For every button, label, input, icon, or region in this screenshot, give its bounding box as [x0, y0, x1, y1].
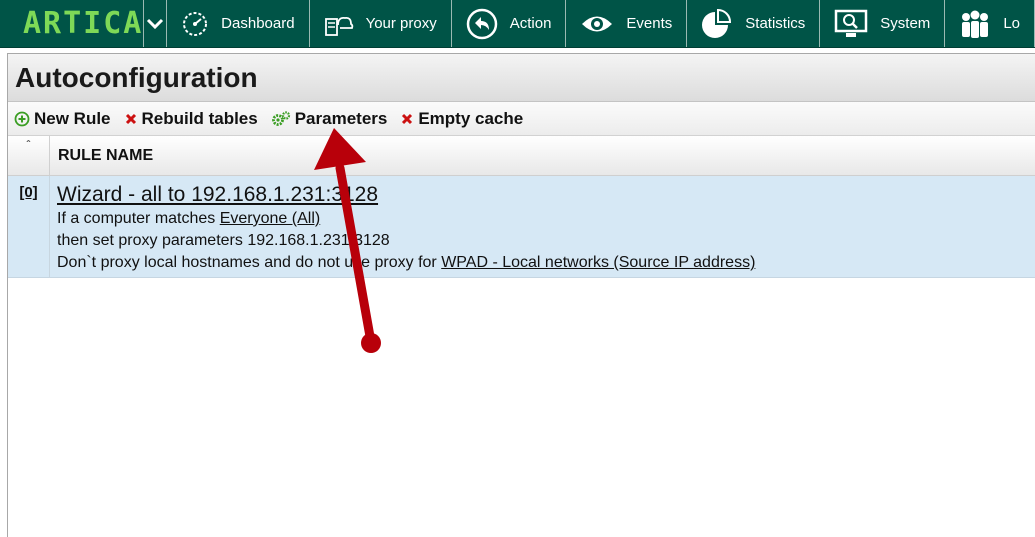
users-icon [959, 9, 991, 39]
nav-label-your-proxy: Your proxy [365, 15, 437, 32]
nav-label-users: Lo [1003, 15, 1020, 32]
rule-action-line: then set proxy parameters 192.168.1.231:… [57, 232, 390, 249]
nav-label-dashboard: Dashboard [221, 15, 295, 32]
proxy-server-cloud-icon [324, 11, 354, 37]
rule-exclusion-text: Don`t proxy local hostnames and do not u… [57, 254, 442, 271]
group-link[interactable]: Everyone (All) [220, 210, 320, 227]
rules-toolbar: New Rule Rebuild tables Parameters Empty… [8, 102, 1035, 136]
monitor-icon [834, 9, 868, 39]
speedometer-icon [181, 10, 209, 38]
row-id-link[interactable]: [0] [19, 184, 37, 277]
nav-label-system: System [880, 15, 931, 32]
wpad-networks-link[interactable]: WPAD - Local networks (Source IP address… [441, 254, 755, 271]
parameters-button[interactable]: Parameters [271, 108, 388, 129]
rebuild-tables-label: Rebuild tables [141, 108, 258, 128]
back-arrow-circle-icon [466, 8, 498, 40]
red-x-icon [400, 112, 414, 126]
nav-item-statistics[interactable]: Statistics [687, 0, 821, 47]
pie-chart-icon [701, 8, 733, 40]
empty-cache-label: Empty cache [418, 108, 524, 128]
nav-item-events[interactable]: Events [566, 0, 688, 47]
add-circle-icon [14, 111, 30, 127]
nav-item-dashboard[interactable]: Dashboard [167, 0, 310, 47]
rule-condition-line: If a computer matches Everyone (All) [57, 208, 755, 230]
parameters-label: Parameters [294, 108, 388, 128]
empty-cache-button[interactable]: Empty cache [400, 109, 523, 129]
column-header-rule-name[interactable]: RULE NAME [50, 136, 1035, 175]
top-navbar: ARTICA Dashboard Your proxy Action Event… [0, 0, 1035, 48]
main-panel: Autoconfiguration New Rule Rebuild table… [7, 53, 1035, 537]
nav-label-events: Events [626, 15, 673, 32]
rule-condition-text: If a computer matches [57, 210, 220, 227]
row-id-cell: [0] [8, 176, 50, 277]
nav-label-action: Action [509, 15, 552, 32]
rule-title-link[interactable]: Wizard - all to 192.168.1.231:3128 [57, 182, 755, 208]
nav-item-system[interactable]: System [820, 0, 946, 47]
nav-item-users[interactable]: Lo [945, 0, 1035, 47]
rule-details: Wizard - all to 192.168.1.231:3128 If a … [50, 176, 755, 277]
nav-label-statistics: Statistics [745, 15, 806, 32]
menu-dropdown-button[interactable] [144, 0, 168, 47]
page-header: Autoconfiguration [8, 54, 1035, 102]
rules-table-header: ˆ RULE NAME [8, 136, 1035, 176]
eye-icon [580, 13, 614, 35]
page-title: Autoconfiguration [15, 61, 258, 93]
nav-item-action[interactable]: Action [452, 0, 567, 47]
table-row: [0] Wizard - all to 192.168.1.231:3128 I… [8, 176, 1035, 278]
artica-logo[interactable]: ARTICA [0, 0, 145, 47]
gears-icon [271, 110, 291, 127]
rule-exclusion-line: Don`t proxy local hostnames and do not u… [57, 252, 755, 274]
new-rule-button[interactable]: New Rule [14, 109, 111, 129]
new-rule-label: New Rule [34, 108, 111, 128]
sort-toggle[interactable]: ˆ [8, 136, 50, 175]
nav-item-your-proxy[interactable]: Your proxy [310, 0, 452, 47]
rebuild-tables-button[interactable]: Rebuild tables [124, 109, 258, 129]
red-x-icon [124, 112, 138, 126]
chevron-down-icon [147, 18, 164, 29]
